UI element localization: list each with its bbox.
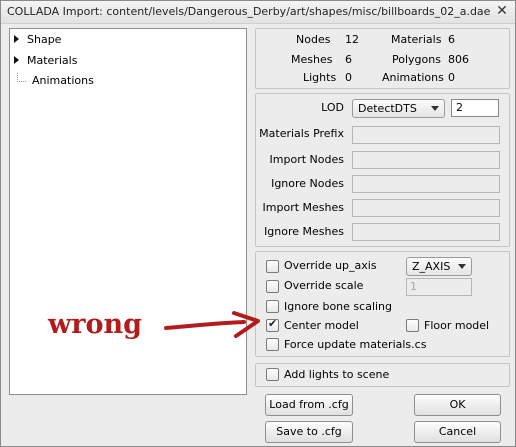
load-from-cfg-button[interactable]: Load from .cfg [265, 394, 353, 416]
lights-panel: Add lights to scene [255, 363, 510, 387]
materials-value: 6 [448, 33, 455, 46]
floor-model-checkbox[interactable] [406, 319, 419, 332]
window-title: COLLADA Import: content/levels/Dangerous… [7, 5, 491, 18]
override-scale-label: Override scale [284, 279, 364, 292]
tree-item-label: Shape [27, 33, 62, 46]
chevron-down-icon [458, 264, 466, 269]
nodes-value: 12 [345, 33, 359, 46]
import-fields-panel: LOD DetectDTS 2 Materials Prefix Import … [255, 93, 510, 247]
override-scale-checkbox[interactable] [266, 280, 279, 293]
tree-leaf-connector-icon [17, 72, 26, 82]
ignore-meshes-label: Ignore Meshes [264, 225, 344, 238]
polygons-value: 806 [448, 53, 469, 66]
expand-arrow-icon[interactable] [14, 56, 19, 64]
add-lights-label: Add lights to scene [284, 368, 390, 381]
center-model-checkbox[interactable]: ✔ [266, 317, 279, 332]
animations-value: 0 [448, 71, 455, 84]
lod-select[interactable]: DetectDTS [352, 99, 445, 118]
cancel-button[interactable]: Cancel [414, 421, 501, 443]
lights-value: 0 [345, 71, 352, 84]
expand-arrow-icon[interactable] [14, 35, 19, 43]
meshes-label: Meshes [291, 53, 333, 66]
lod-label: LOD [321, 101, 344, 114]
import-nodes-label: Import Nodes [269, 153, 344, 166]
tree-item-materials[interactable]: Materials [14, 53, 77, 69]
annotation-text: wrong [48, 309, 142, 340]
lod-select-value: DetectDTS [358, 102, 417, 115]
tree-item-shape[interactable]: Shape [14, 32, 61, 48]
ok-button[interactable]: OK [414, 394, 501, 416]
scale-input[interactable]: 1 [406, 278, 472, 296]
ignore-bone-scaling-label: Ignore bone scaling [284, 300, 393, 313]
lights-label: Lights [303, 71, 337, 84]
ignore-nodes-input[interactable] [352, 175, 500, 193]
up-axis-select[interactable]: Z_AXIS [406, 257, 472, 276]
meshes-value: 6 [345, 53, 352, 66]
ignore-bone-scaling-checkbox[interactable] [266, 300, 279, 313]
lod-value-text: 2 [456, 101, 463, 114]
lod-value-input[interactable]: 2 [451, 99, 499, 117]
chevron-down-icon [431, 106, 439, 111]
import-nodes-input[interactable] [352, 151, 500, 169]
materials-prefix-input[interactable] [352, 126, 500, 144]
tree-item-label: Animations [32, 74, 94, 87]
materials-prefix-label: Materials Prefix [259, 127, 344, 140]
stats-panel: Nodes 12 Materials 6 Meshes 6 Polygons 8… [255, 28, 510, 89]
nodes-label: Nodes [296, 33, 331, 46]
floor-model-label: Floor model [424, 319, 490, 332]
center-model-label: Center model [284, 319, 359, 332]
materials-label: Materials [391, 33, 442, 46]
animations-label: Animations [382, 71, 444, 84]
override-up-axis-checkbox[interactable] [266, 260, 279, 273]
collada-import-dialog: COLLADA Import: content/levels/Dangerous… [0, 0, 516, 447]
up-axis-select-value: Z_AXIS [412, 260, 451, 273]
checkmark-icon: ✔ [268, 317, 278, 330]
polygons-label: Polygons [392, 53, 441, 66]
import-options-panel: Override up_axis Z_AXIS Override scale 1… [255, 251, 510, 357]
import-meshes-label: Import Meshes [262, 201, 344, 214]
ignore-meshes-input[interactable] [352, 223, 500, 241]
tree-item-label: Materials [27, 54, 78, 67]
add-lights-checkbox[interactable] [266, 368, 279, 381]
close-icon[interactable]: ✕ [495, 4, 509, 18]
force-update-materials-label: Force update materials.cs [284, 338, 427, 351]
annotation-arrow-icon [164, 311, 260, 338]
save-to-cfg-button[interactable]: Save to .cfg [265, 421, 353, 443]
title-bar[interactable]: COLLADA Import: content/levels/Dangerous… [1, 1, 515, 24]
force-update-materials-checkbox[interactable] [266, 338, 279, 351]
override-up-axis-label: Override up_axis [284, 259, 377, 272]
ignore-nodes-label: Ignore Nodes [271, 177, 344, 190]
scale-value: 1 [410, 280, 417, 293]
tree-item-animations[interactable]: Animations [14, 72, 94, 89]
import-meshes-input[interactable] [352, 199, 500, 217]
